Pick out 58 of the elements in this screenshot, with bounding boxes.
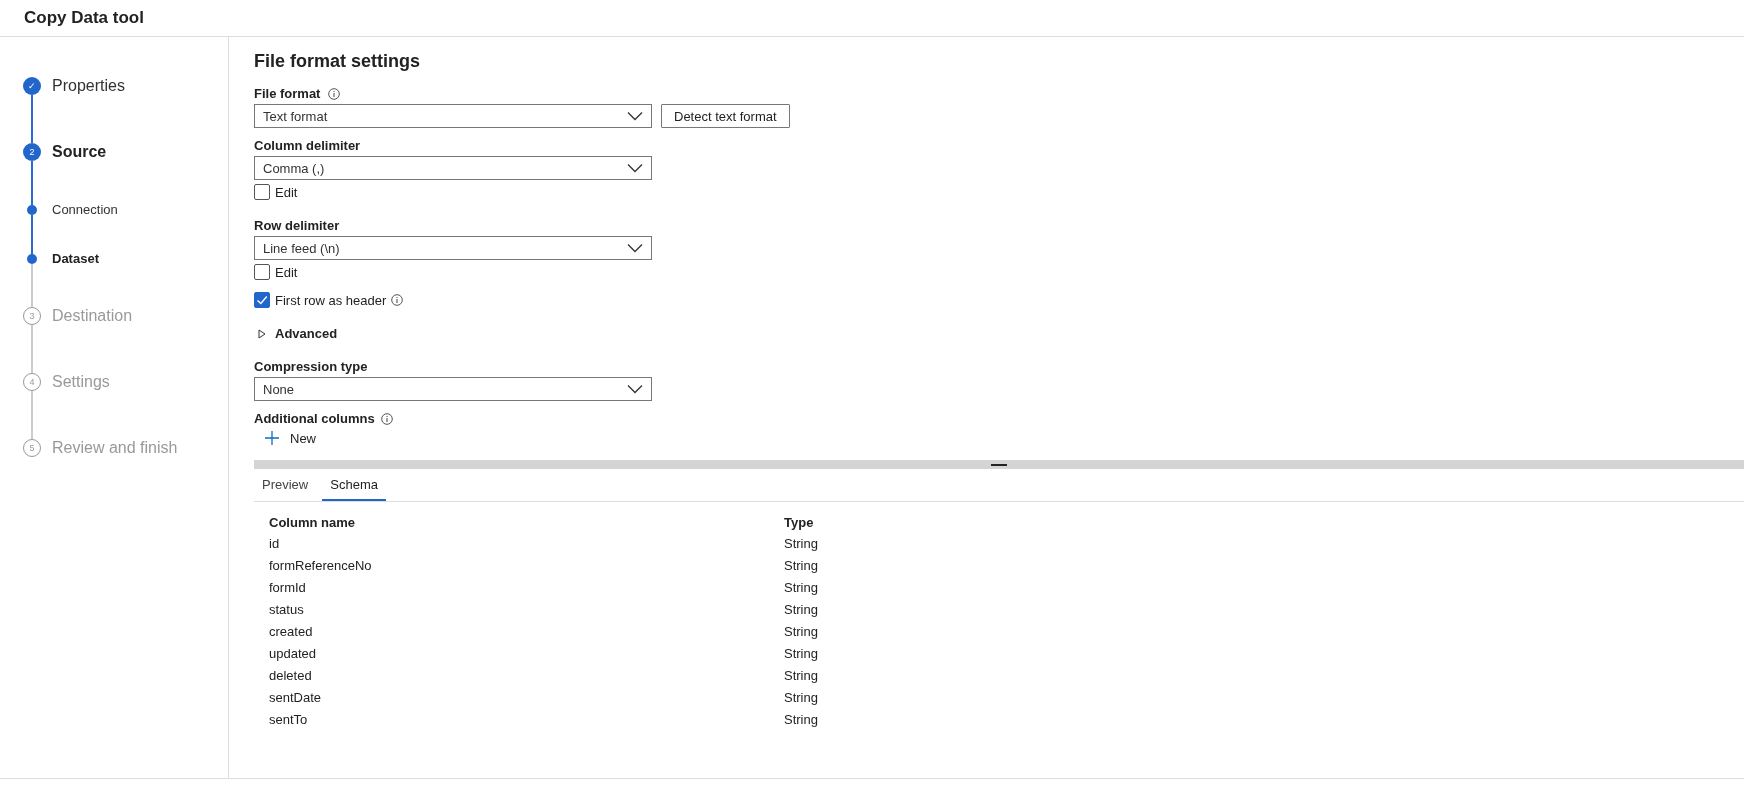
chevron-down-icon [627,111,643,121]
table-cell-text: sentDate [269,689,323,705]
expander-toggle[interactable]: Advanced [275,326,338,341]
checkbox[interactable] [254,184,270,200]
dropdown[interactable]: Comma (,) [254,156,652,180]
window-title: Copy Data tool [24,8,144,28]
dropdown[interactable]: Line feed (\n) [254,236,652,260]
step-label[interactable]: Dataset [52,251,99,266]
table-cell-text: String [784,601,819,617]
field-label: Column delimiter [254,138,361,153]
column-header: Column name [269,515,356,530]
step-marker: 5 [23,439,41,457]
table-cell-text: String [784,689,819,705]
checkbox-label: First row as header [275,292,387,308]
tab[interactable]: Preview [254,469,317,501]
dropdown[interactable]: Text format [254,104,652,128]
plus-icon [264,430,280,446]
checkmark-icon [255,293,269,307]
new-button[interactable]: New [254,428,326,448]
column-header: Type [784,515,815,530]
field-label: File format [254,86,321,101]
table-cell-text: String [784,667,819,683]
table-cell-text: formId [269,579,307,595]
step-label[interactable]: Source [52,143,107,161]
step-label[interactable]: Connection [52,202,118,217]
table-cell-text: String [784,623,819,639]
table-cell-text: String [784,557,819,573]
checkbox[interactable] [254,292,270,308]
dropdown[interactable]: None [254,377,652,401]
chevron-down-icon [627,243,643,253]
detect-button[interactable]: Detect text format [661,104,790,128]
table-cell-text: sentTo [269,711,309,727]
table-cell-text: String [784,579,819,595]
table-cell-text: deleted [269,667,313,683]
step-marker: 4 [23,373,41,391]
table-cell-text: id [269,535,281,551]
chevron-down-icon [627,384,643,394]
step-label[interactable]: Properties [52,77,125,95]
table-cell-text: String [784,645,819,661]
field-label: Compression type [254,359,368,374]
tab[interactable]: Schema [322,469,386,501]
field-label: Additional columns [254,411,375,426]
table-cell-text: status [269,601,305,617]
table-cell-text: formReferenceNo [269,557,373,573]
step-marker: ✓ [23,77,41,95]
table-cell-text: String [784,711,819,727]
checkbox-label: Edit [275,184,298,200]
table-cell-text: created [269,623,314,639]
checkbox[interactable] [254,264,270,280]
grip-icon[interactable] [991,463,1007,466]
table-cell-text: updated [269,645,317,661]
table-cell-text: String [784,535,819,551]
field-label: Row delimiter [254,218,340,233]
section-title: File format settings [254,51,422,72]
step-marker: 3 [23,307,41,325]
checkbox-label: Edit [275,264,298,280]
chevron-down-icon [627,163,643,173]
step-marker: 2 [23,143,41,161]
